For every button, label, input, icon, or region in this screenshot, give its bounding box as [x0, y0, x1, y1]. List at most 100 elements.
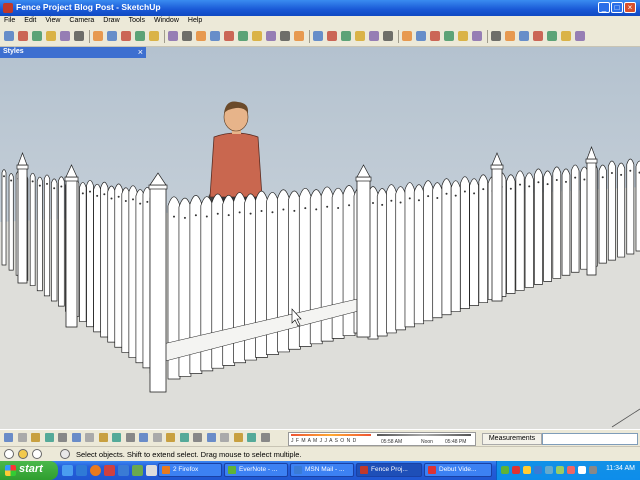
geo-location-icon[interactable]: [4, 449, 14, 459]
menu-help[interactable]: Help: [184, 16, 207, 24]
top-view-icon[interactable]: [17, 433, 27, 442]
share-model-icon[interactable]: [206, 433, 216, 442]
styles-panel-close-button[interactable]: ×: [138, 47, 143, 57]
menu-camera[interactable]: Camera: [65, 16, 99, 24]
arc-icon[interactable]: [266, 31, 276, 41]
quicklaunch-more-icon[interactable]: [146, 465, 157, 476]
minimize-button[interactable]: _: [598, 2, 610, 13]
component-icon[interactable]: [182, 31, 192, 41]
task-firefox[interactable]: 2 Firefox: [158, 463, 222, 477]
fog-icon[interactable]: [260, 433, 270, 442]
messenger-icon[interactable]: [118, 465, 129, 476]
ie-icon[interactable]: [76, 465, 87, 476]
erase-icon[interactable]: [93, 31, 103, 41]
text-icon[interactable]: [444, 31, 454, 41]
measurements-input[interactable]: [542, 433, 638, 445]
model-viewport[interactable]: [0, 47, 640, 429]
menu-draw[interactable]: Draw: [99, 16, 124, 24]
save-icon[interactable]: [32, 31, 42, 41]
open-file-icon[interactable]: [18, 31, 28, 41]
textured-icon[interactable]: [139, 433, 148, 442]
menu-window[interactable]: Window: [150, 16, 184, 24]
print-icon[interactable]: [135, 31, 145, 41]
tape-measure-icon[interactable]: [402, 31, 412, 41]
show-desktop-icon[interactable]: [62, 465, 73, 476]
undo-icon[interactable]: [107, 31, 117, 41]
zoom-icon[interactable]: [519, 31, 529, 41]
move-icon[interactable]: [313, 31, 323, 41]
circle-icon[interactable]: [252, 31, 262, 41]
tray-record-icon[interactable]: [567, 466, 575, 474]
wireframe-icon[interactable]: [98, 433, 108, 442]
rotate-icon[interactable]: [341, 31, 351, 41]
back-view-icon[interactable]: [58, 433, 67, 442]
axes-icon[interactable]: [458, 31, 468, 41]
media-player-icon[interactable]: [104, 465, 115, 476]
paint-bucket-icon[interactable]: [196, 31, 206, 41]
extension-icon[interactable]: [220, 433, 229, 442]
firefox-quicklaunch-icon[interactable]: [90, 465, 101, 476]
eraser-icon[interactable]: [210, 31, 220, 41]
3d-text-icon[interactable]: [472, 31, 482, 41]
menu-tools[interactable]: Tools: [125, 16, 150, 24]
task-evernote[interactable]: EverNote - ...: [224, 463, 288, 477]
polygon-icon[interactable]: [280, 31, 290, 41]
tray-security-icon[interactable]: [589, 466, 597, 474]
dimension-icon[interactable]: [416, 31, 426, 41]
date-slider[interactable]: [291, 434, 371, 436]
tray-antivirus-icon[interactable]: [512, 466, 520, 474]
section-plane-icon[interactable]: [166, 433, 175, 442]
line-icon[interactable]: [238, 31, 248, 41]
tray-sync-icon[interactable]: [556, 466, 564, 474]
close-button[interactable]: ×: [624, 2, 636, 13]
menu-file[interactable]: File: [0, 16, 20, 24]
help-icon[interactable]: [60, 449, 70, 459]
styles-panel[interactable]: Styles ×: [0, 47, 146, 58]
scale-icon[interactable]: [369, 31, 379, 41]
warehouse-icon[interactable]: [193, 433, 202, 442]
layers-icon[interactable]: [233, 433, 243, 442]
new-file-icon[interactable]: [4, 31, 14, 41]
front-view-icon[interactable]: [31, 433, 40, 442]
task-msn-mail[interactable]: MSN Mail - ...: [290, 463, 354, 477]
shaded-icon[interactable]: [125, 433, 135, 442]
tray-evernote-icon[interactable]: [501, 466, 509, 474]
quicklaunch-app-icon[interactable]: [132, 465, 143, 476]
orbit-icon[interactable]: [491, 31, 501, 41]
credits-icon[interactable]: [18, 449, 28, 459]
monochrome-icon[interactable]: [152, 433, 162, 442]
right-view-icon[interactable]: [44, 433, 54, 442]
menu-edit[interactable]: Edit: [20, 16, 41, 24]
start-button[interactable]: start: [0, 461, 58, 480]
shadow-settings[interactable]: J F M A M J J A S O N D 05:58 AM Noon 05…: [288, 432, 476, 446]
zoom-window-icon[interactable]: [533, 31, 543, 41]
shadows-icon[interactable]: [247, 433, 256, 442]
select-arrow-icon[interactable]: [168, 31, 178, 41]
xray-icon[interactable]: [85, 433, 94, 442]
tray-messenger-icon[interactable]: [534, 466, 542, 474]
rectangle-icon[interactable]: [224, 31, 234, 41]
cut-icon[interactable]: [46, 31, 56, 41]
user-icon[interactable]: [32, 449, 42, 459]
time-slider[interactable]: [377, 434, 471, 436]
tray-network-icon[interactable]: [523, 466, 531, 474]
hidden-line-icon[interactable]: [112, 433, 121, 442]
pan-icon[interactable]: [505, 31, 515, 41]
redo-icon[interactable]: [121, 31, 131, 41]
follow-me-icon[interactable]: [355, 31, 365, 41]
push-pull-icon[interactable]: [327, 31, 337, 41]
protractor-icon[interactable]: [430, 31, 440, 41]
maximize-button[interactable]: □: [611, 2, 623, 13]
freehand-icon[interactable]: [294, 31, 304, 41]
tray-display-icon[interactable]: [578, 466, 586, 474]
task-fence-project[interactable]: Fence Proj...: [356, 463, 422, 477]
next-view-icon[interactable]: [575, 31, 585, 41]
tray-volume-icon[interactable]: [545, 466, 553, 474]
previous-view-icon[interactable]: [561, 31, 571, 41]
fence-scene[interactable]: [0, 47, 640, 429]
task-debut-video[interactable]: Debut Vide...: [424, 463, 492, 477]
section-cut-icon[interactable]: [179, 433, 189, 442]
copy-icon[interactable]: [60, 31, 70, 41]
menu-view[interactable]: View: [41, 16, 65, 24]
zoom-extents-icon[interactable]: [547, 31, 557, 41]
